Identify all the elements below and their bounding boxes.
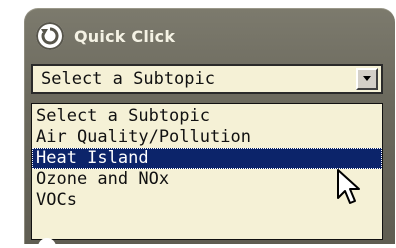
subtopic-select[interactable]: Select a Subtopic	[31, 64, 383, 94]
arrow-circle-icon	[36, 22, 64, 50]
mouse-pointer-icon	[337, 169, 360, 204]
subtopic-dropdown-list: Select a Subtopic Air Quality/Pollution …	[31, 103, 383, 240]
select-current-value: Select a Subtopic	[41, 69, 215, 89]
option-heat-island[interactable]: Heat Island	[32, 148, 382, 169]
option-select-a-subtopic[interactable]: Select a Subtopic	[32, 106, 382, 127]
chevron-down-icon[interactable]	[356, 68, 378, 90]
option-air-quality-pollution[interactable]: Air Quality/Pollution	[32, 127, 382, 148]
option-vocs[interactable]: VOCs	[32, 190, 382, 211]
option-ozone-and-nox[interactable]: Ozone and NOx	[32, 169, 382, 190]
panel-title: Quick Click	[74, 26, 176, 46]
panel-header: Quick Click	[36, 20, 175, 52]
